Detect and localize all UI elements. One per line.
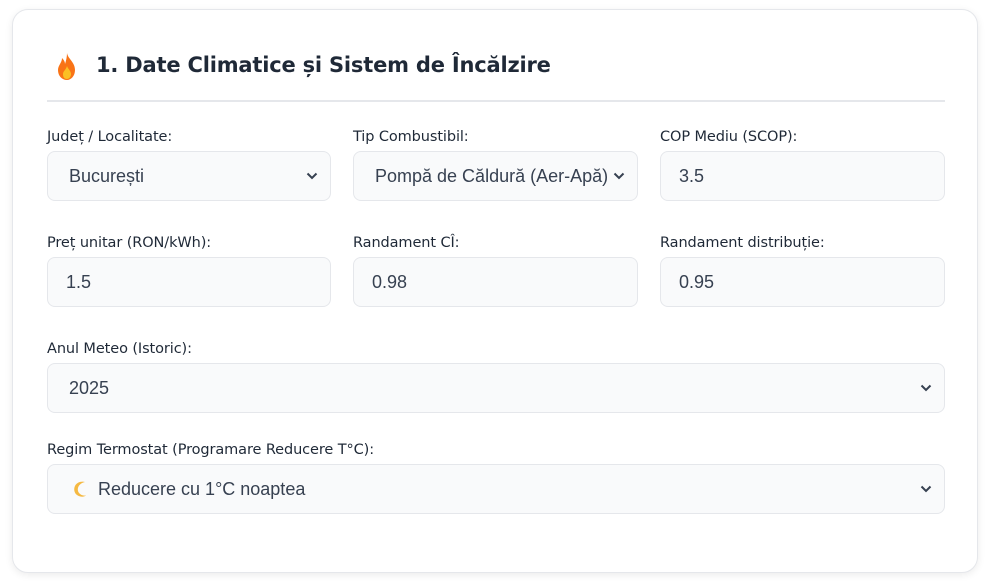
cop-field: COP Mediu (SCOP): 3.5 [660, 129, 945, 201]
thermostat-select[interactable]: Reducere cu 1°C noaptea [47, 464, 945, 514]
weather-year-select[interactable]: 2025 [47, 363, 945, 413]
heating-settings-card: 1. Date Climatice și Sistem de Încălzire… [12, 9, 978, 573]
fuel-label: Tip Combustibil: [353, 129, 469, 145]
county-field: Județ / Localitate: București [47, 129, 332, 201]
weather-year-label: Anul Meteo (Istoric): [47, 341, 192, 357]
cop-input[interactable]: 3.5 [660, 151, 945, 201]
weather-year-value: 2025 [69, 377, 110, 398]
price-label: Preț unitar (RON/kWh): [47, 235, 212, 251]
fuel-field: Tip Combustibil: Pompă de Căldură (Aer-A… [353, 129, 638, 201]
boiler-efficiency-label: Randament CÎ: [353, 235, 460, 251]
chevron-down-icon [306, 172, 318, 180]
fuel-select-value: Pompă de Căldură (Aer-Apă) [375, 165, 609, 186]
boiler-efficiency-input[interactable]: 0.98 [353, 257, 638, 307]
weather-year-field: Anul Meteo (Istoric): 2025 [47, 341, 945, 413]
cop-input-value: 3.5 [679, 165, 705, 186]
boiler-efficiency-value: 0.98 [372, 271, 408, 292]
price-field: Preț unitar (RON/kWh): 1.5 [47, 235, 332, 307]
price-input-value: 1.5 [66, 271, 92, 292]
thermostat-value: Reducere cu 1°C noaptea [98, 478, 306, 499]
county-label: Județ / Localitate: [47, 129, 173, 145]
distribution-efficiency-value: 0.95 [679, 271, 715, 292]
crescent-moon-icon [74, 481, 86, 497]
thermostat-label: Regim Termostat (Programare Reducere T°C… [47, 442, 375, 458]
chevron-down-icon [613, 172, 625, 180]
boiler-efficiency-field: Randament CÎ: 0.98 [353, 235, 638, 307]
distribution-efficiency-label: Randament distribuție: [660, 235, 825, 251]
distribution-efficiency-field: Randament distribuție: 0.95 [660, 235, 945, 307]
thermostat-field: Regim Termostat (Programare Reducere T°C… [47, 442, 945, 514]
price-input[interactable]: 1.5 [47, 257, 331, 307]
chevron-down-icon [920, 485, 932, 493]
distribution-efficiency-input[interactable]: 0.95 [660, 257, 945, 307]
fuel-select[interactable]: Pompă de Căldură (Aer-Apă) [353, 151, 638, 201]
section-title: 1. Date Climatice și Sistem de Încălzire [96, 53, 551, 77]
section-header: 1. Date Climatice și Sistem de Încălzire [47, 50, 945, 102]
county-select-value: București [69, 165, 145, 186]
chevron-down-icon [920, 384, 932, 392]
fire-icon [58, 53, 75, 80]
county-select[interactable]: București [47, 151, 331, 201]
cop-label: COP Mediu (SCOP): [660, 129, 798, 145]
